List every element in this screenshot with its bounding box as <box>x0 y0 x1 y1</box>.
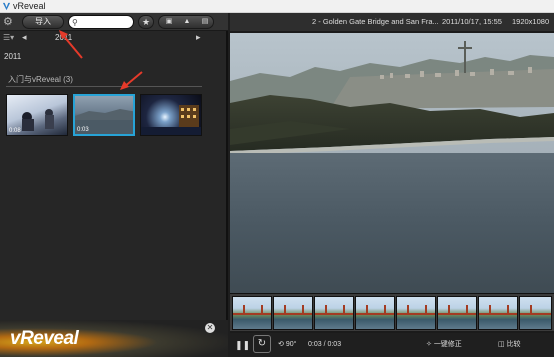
import-button[interactable]: 导入 <box>22 15 64 29</box>
compare-icon: ◫ <box>498 341 507 348</box>
search-icon: ⚲ <box>72 18 78 27</box>
window-title: vReveal <box>13 1 46 11</box>
playback-controls: ❚❚ ↻ ⟲ 90° 0:03 / 0:03 ✧ 一键修正 ◫ 比较 <box>230 333 554 357</box>
group-divider <box>6 86 202 87</box>
gear-icon[interactable]: ⚙ <box>3 16 15 28</box>
video-date: 2011/10/17, 15:55 <box>442 17 502 26</box>
title-bar: vReveal <box>0 0 554 13</box>
filmstrip-frame[interactable] <box>519 296 552 330</box>
date-navigation: ☰▾ ◂ 2011 ▸ <box>0 32 228 46</box>
next-year-button[interactable]: ▸ <box>196 32 201 43</box>
filmstrip-frame[interactable] <box>355 296 395 330</box>
filmstrip[interactable] <box>230 293 554 331</box>
close-icon[interactable]: ✕ <box>205 323 215 333</box>
filmstrip-view-icon[interactable]: ▤ <box>196 16 214 28</box>
compare-label: 比较 <box>506 341 521 348</box>
filmstrip-frame[interactable] <box>478 296 518 330</box>
filmstrip-frame[interactable] <box>396 296 436 330</box>
video-view-icon[interactable]: ▣ <box>160 16 178 28</box>
library-panel: ⚙ 导入 ⚲ ★ ▣ ▲ ▤ ☰▾ ◂ 2011 ▸ 2011 入门与vReve… <box>0 13 228 357</box>
fix-label: 一键修正 <box>433 341 462 348</box>
brand-logo: vReveal <box>10 328 79 349</box>
thumbnail-image <box>141 105 201 135</box>
library-toolbar: ⚙ 导入 ⚲ ★ ▣ ▲ ▤ <box>0 13 228 31</box>
filmstrip-frame[interactable] <box>232 296 272 330</box>
rotate-button[interactable]: ⟲ 90° <box>278 339 296 351</box>
pause-icon[interactable]: ❚❚ <box>235 339 250 351</box>
video-preview[interactable] <box>230 33 554 293</box>
filmstrip-frame[interactable] <box>314 296 354 330</box>
search-input[interactable]: ⚲ <box>68 15 134 29</box>
video-info-bar: 2 - Golden Gate Bridge and San Fra... 20… <box>230 13 554 31</box>
compare-button[interactable]: ◫ 比较 <box>498 339 521 351</box>
app-window: vReveal ⚙ 导入 ⚲ ★ ▣ ▲ ▤ ☰▾ ◂ 2011 ▸ 2011 … <box>0 0 554 357</box>
one-click-fix-button[interactable]: ✧ 一键修正 <box>426 339 462 351</box>
loop-icon[interactable]: ↻ <box>253 335 271 353</box>
app-logo-icon <box>2 2 11 11</box>
annotation-arrow-thumbnail <box>120 71 143 90</box>
annotation-arrow-import <box>59 30 83 59</box>
rotate-label: 90° <box>285 341 297 348</box>
rotate-icon: ⟲ <box>278 341 286 348</box>
video-thumbnail-3[interactable] <box>140 94 202 136</box>
video-frame-image <box>230 33 554 293</box>
video-resolution: 1920x1080 <box>512 17 550 26</box>
video-thumbnail-1[interactable]: 0:08 <box>6 94 68 136</box>
group-title: 入门与vReveal (3) <box>8 75 73 84</box>
prev-year-button[interactable]: ◂ <box>22 32 27 43</box>
video-name: 2 - Golden Gate Bridge and San Fra... <box>312 17 439 26</box>
brand-banner: vReveal ✕ <box>0 320 228 357</box>
playback-time: 0:03 / 0:03 <box>308 341 342 348</box>
favorites-button[interactable]: ★ <box>138 15 154 29</box>
thumbnail-duration: 0:03 <box>77 127 89 133</box>
magic-wand-icon: ✧ <box>426 341 434 348</box>
filmstrip-frame[interactable] <box>437 296 477 330</box>
view-mode-group: ▣ ▲ ▤ <box>158 15 214 29</box>
year-heading: 2011 <box>4 52 22 61</box>
viewer-panel: 2 - Golden Gate Bridge and San Fra... 20… <box>230 13 554 357</box>
video-thumbnail-2-selected[interactable]: 0:03 <box>73 94 135 136</box>
thumbnail-duration: 0:08 <box>9 128 21 134</box>
landscape-view-icon[interactable]: ▲ <box>178 16 196 28</box>
sort-icon[interactable]: ☰▾ <box>3 33 14 42</box>
filmstrip-frame[interactable] <box>273 296 313 330</box>
